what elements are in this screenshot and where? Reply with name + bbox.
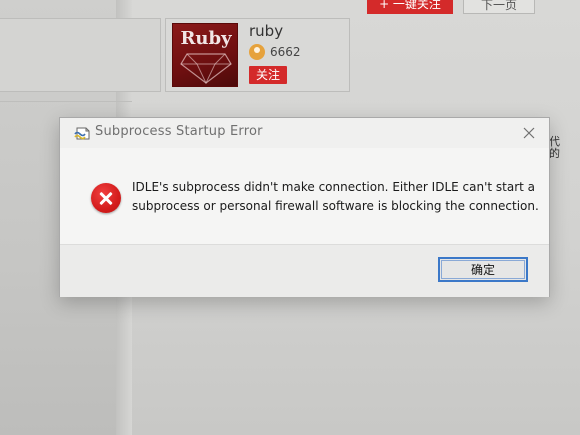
- ok-button[interactable]: 确定: [438, 257, 528, 282]
- follow-button[interactable]: 关注: [249, 66, 287, 84]
- error-message-line: IDLE's subprocess didn't make connection…: [132, 180, 536, 194]
- dialog-content: IDLE's subprocess didn't make connection…: [60, 148, 549, 244]
- side-text: 代 的: [549, 136, 560, 160]
- background-divider: [0, 101, 132, 102]
- dialog-titlebar[interactable]: Subprocess Startup Error: [60, 118, 549, 148]
- ruby-logo[interactable]: Ruby: [172, 23, 238, 87]
- dialog-title: Subprocess Startup Error: [95, 124, 263, 139]
- next-page-button[interactable]: 下一页: [463, 0, 535, 14]
- user-count: 6662: [270, 45, 301, 59]
- python-idle-icon: [74, 127, 90, 140]
- error-message-line: subprocess or personal firewall software…: [132, 199, 539, 213]
- follow-all-button[interactable]: + 一键关注: [367, 0, 453, 14]
- error-dialog: Subprocess Startup Error IDLE's subproce…: [59, 117, 550, 297]
- background-card-left: [0, 18, 161, 92]
- side-char: 的: [549, 147, 560, 160]
- dialog-footer: 确定: [60, 244, 549, 297]
- close-button[interactable]: [519, 123, 539, 143]
- error-icon: [91, 183, 121, 213]
- error-message: IDLE's subprocess didn't make connection…: [132, 178, 539, 216]
- ruby-logo-text: Ruby: [180, 28, 232, 49]
- user-icon: [249, 44, 265, 60]
- user-name[interactable]: ruby: [249, 22, 283, 40]
- close-icon: [523, 127, 535, 139]
- ruby-gem-icon: [180, 53, 232, 84]
